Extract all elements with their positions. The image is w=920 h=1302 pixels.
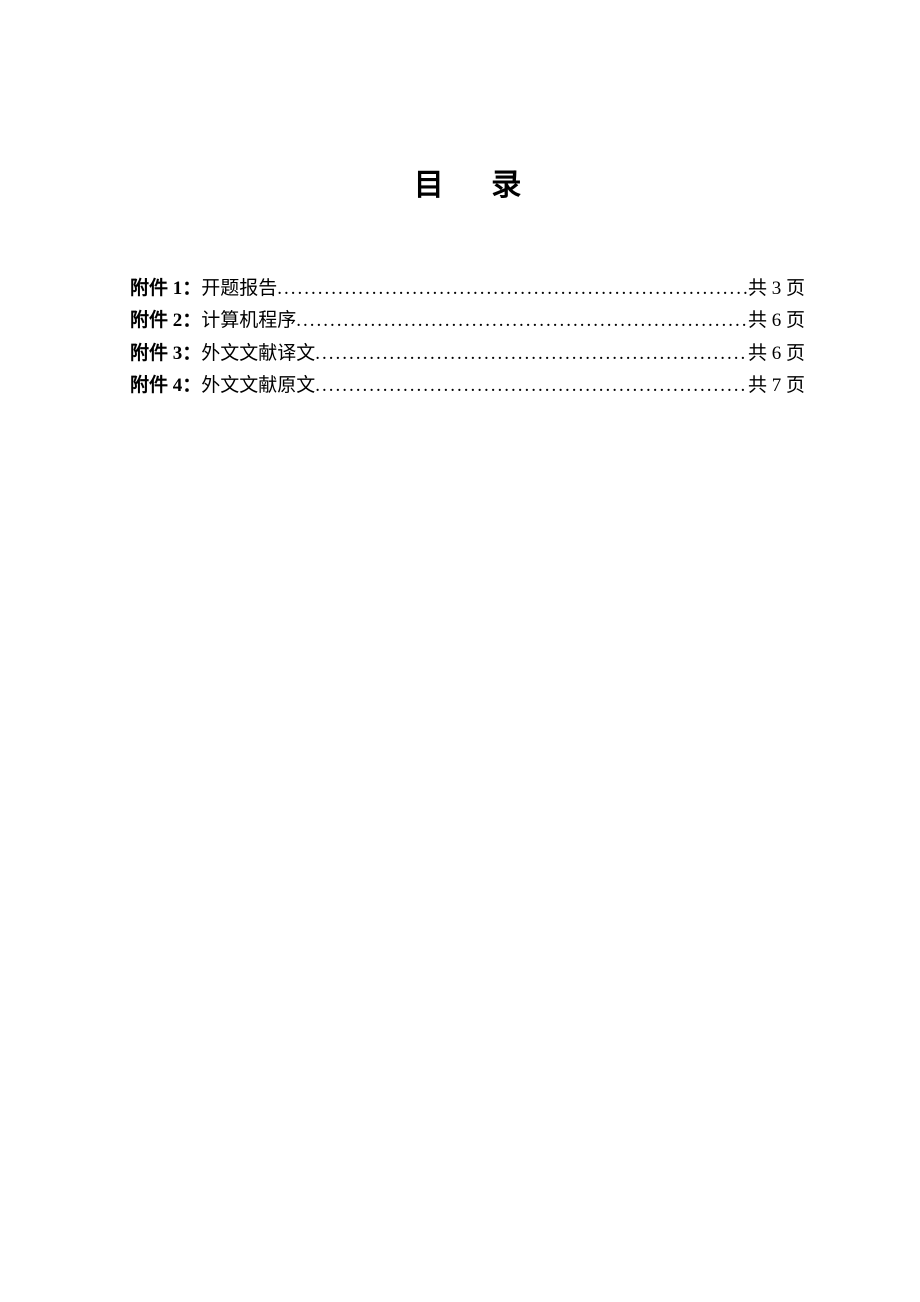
toc-item-dots: ........................................… (296, 306, 748, 336)
toc-item-pages: 共 3 页 (748, 274, 805, 304)
toc-item-text: 外文文献译文 (201, 339, 315, 369)
toc-item-label: 附件 4： (130, 371, 201, 401)
toc-item-pages: 共 6 页 (748, 306, 805, 336)
toc-item-text: 计算机程序 (201, 306, 296, 336)
toc-item-text: 外文文献原文 (201, 371, 315, 401)
page-title: 目 录 (130, 160, 805, 204)
toc-item-pages: 共 6 页 (748, 339, 805, 369)
toc-item-label: 附件 3： (130, 339, 201, 369)
toc-item-dots: ........................................… (315, 339, 748, 369)
toc-item: 附件 2： 计算机程序 ............................… (130, 306, 805, 336)
page-container: 目 录 附件 1： 开题报告 .........................… (0, 0, 920, 402)
toc-item: 附件 4： 外文文献原文 ...........................… (130, 371, 805, 401)
toc-item-dots: ........................................… (315, 371, 748, 401)
toc-item-text: 开题报告 (201, 274, 277, 304)
toc-list: 附件 1： 开题报告 .............................… (130, 274, 805, 402)
toc-item-label: 附件 1： (130, 274, 201, 304)
toc-item-label: 附件 2： (130, 306, 201, 336)
toc-item: 附件 3： 外文文献译文 ...........................… (130, 339, 805, 369)
toc-item-pages: 共 7 页 (748, 371, 805, 401)
toc-item-dots: ........................................… (277, 274, 748, 304)
toc-item: 附件 1： 开题报告 .............................… (130, 274, 805, 304)
